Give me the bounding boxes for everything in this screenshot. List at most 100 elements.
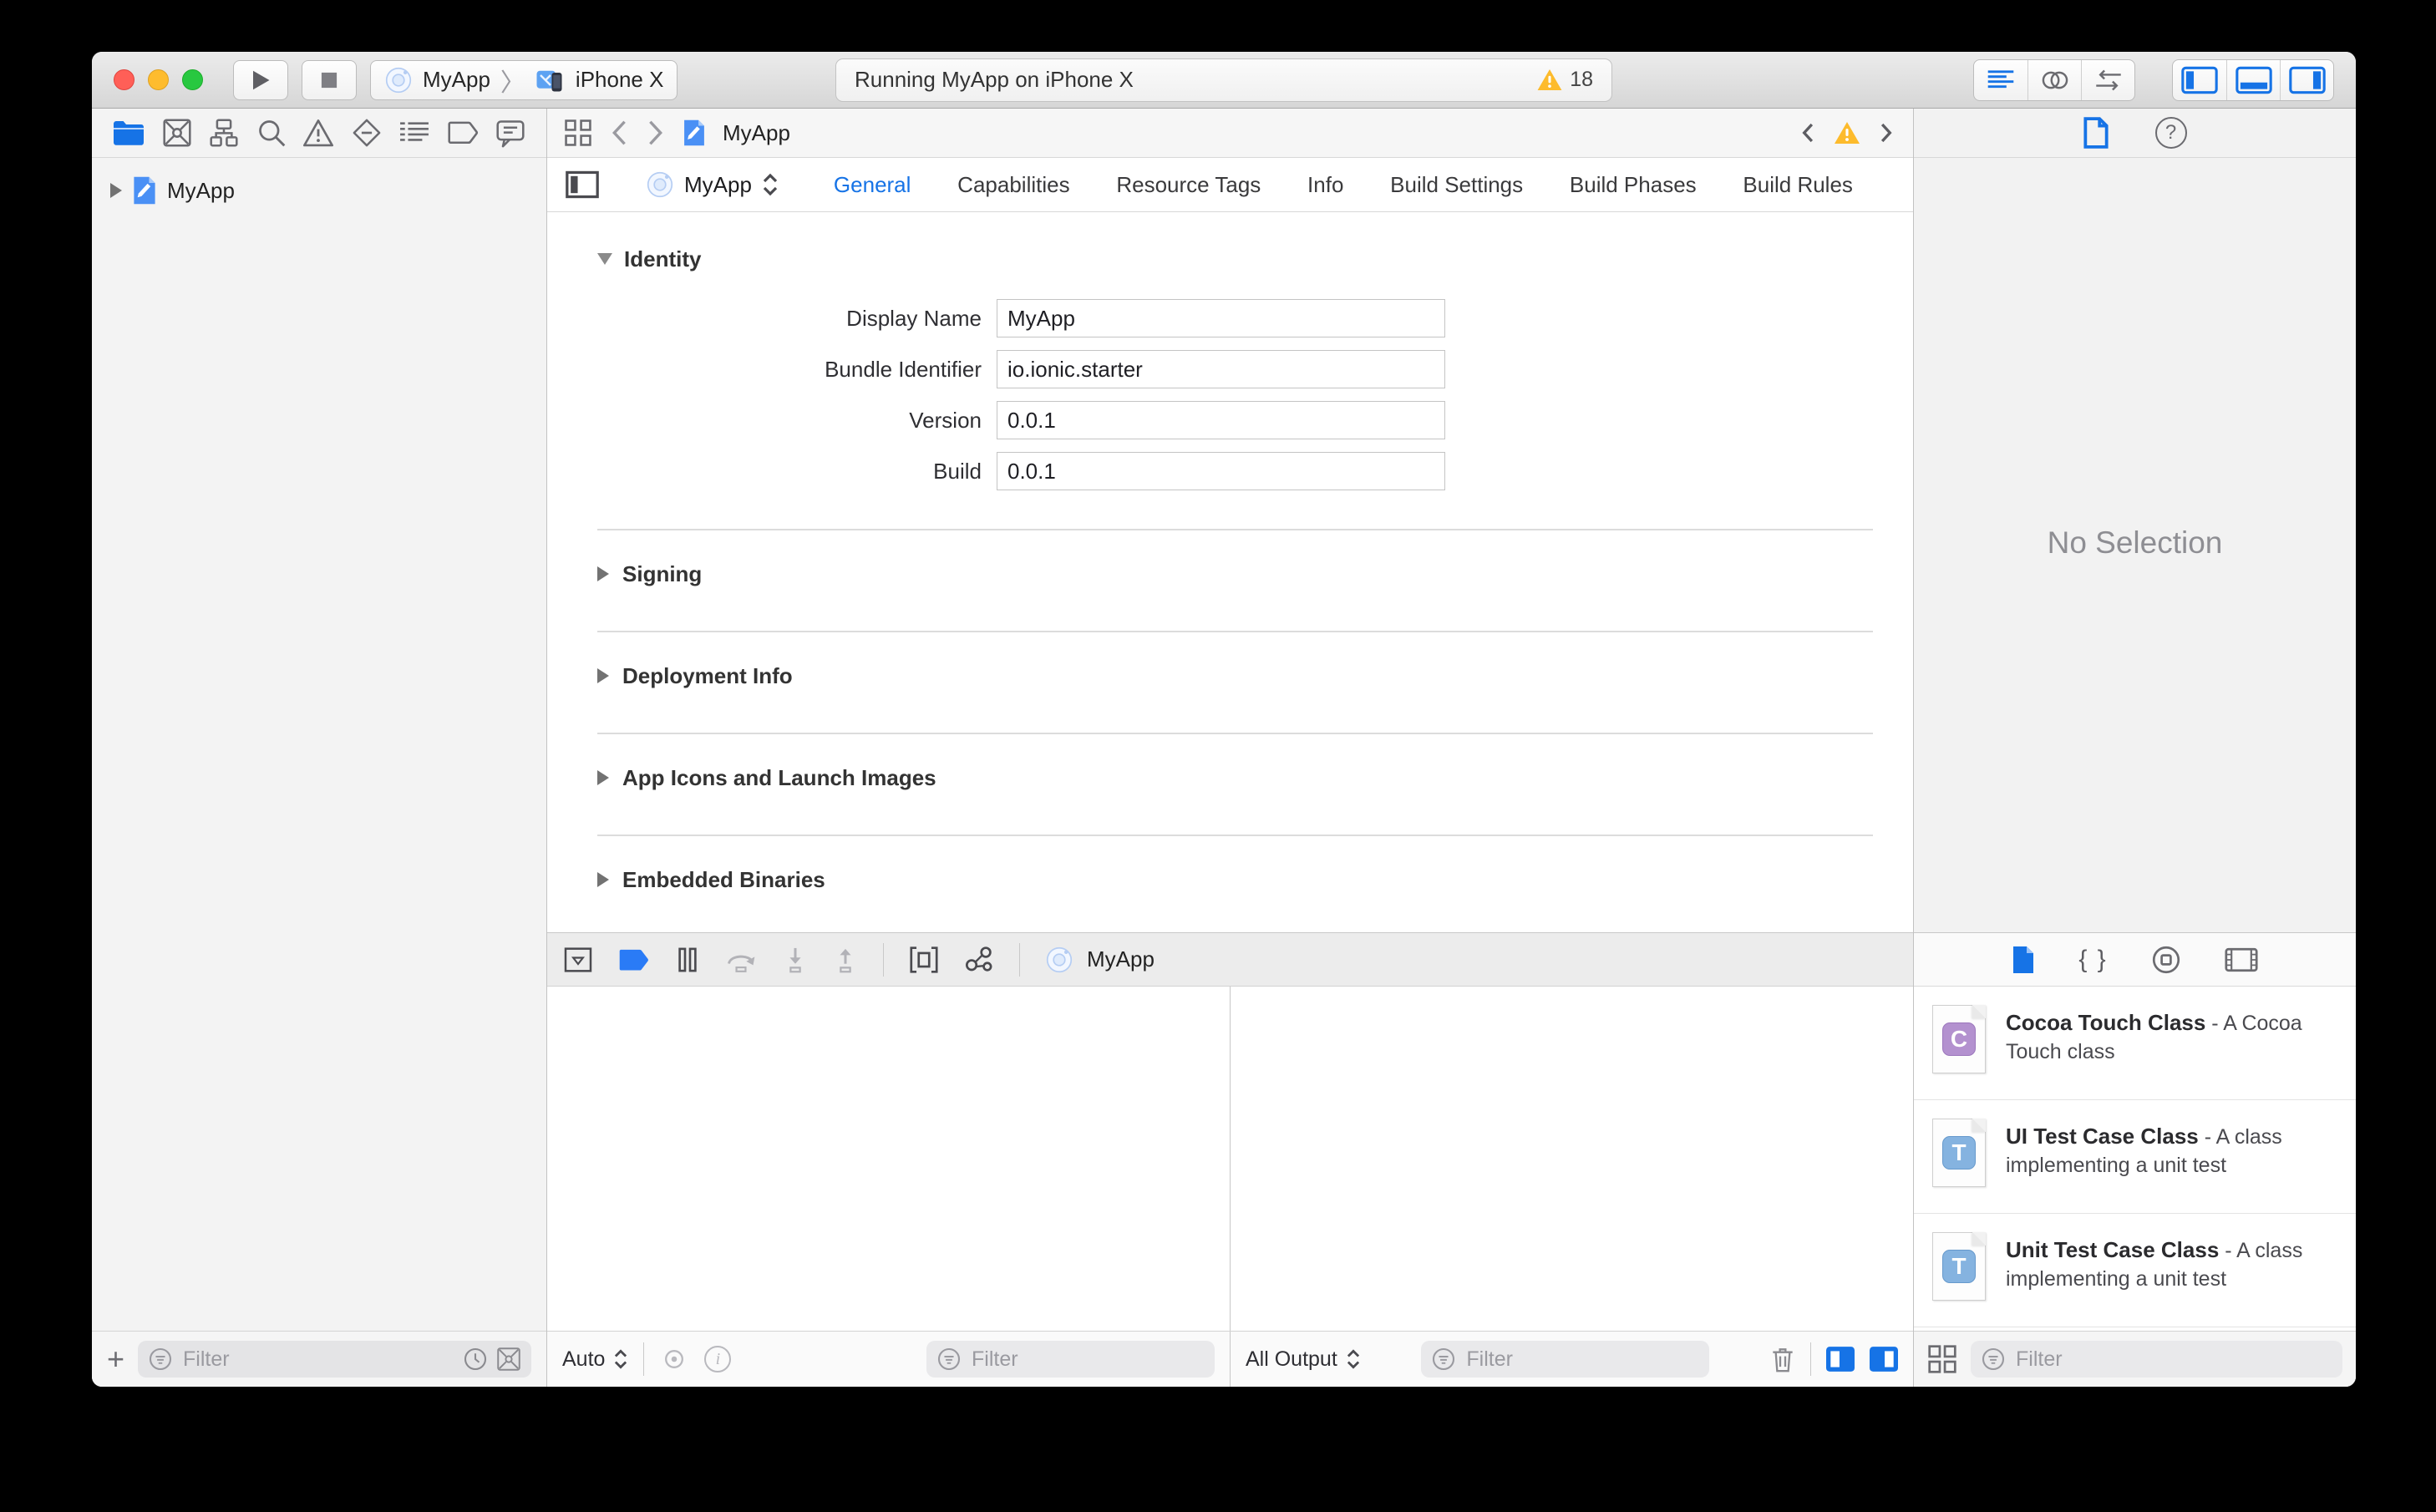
- deployment-info-section-header[interactable]: Deployment Info: [597, 657, 1873, 694]
- close-button[interactable]: [114, 69, 134, 90]
- source-control-navigator-tab[interactable]: [162, 118, 192, 148]
- disclosure-triangle-icon[interactable]: [110, 183, 122, 198]
- clear-console-trash-icon[interactable]: [1770, 1345, 1795, 1373]
- tab-capabilities[interactable]: Capabilities: [949, 165, 1078, 205]
- code-snippet-library-tab[interactable]: { }: [2078, 946, 2107, 974]
- build-field[interactable]: [997, 452, 1445, 490]
- tab-build-settings[interactable]: Build Settings: [1382, 165, 1531, 205]
- zoom-button[interactable]: [182, 69, 203, 90]
- version-editor-button[interactable]: [2081, 59, 2134, 100]
- related-items-icon[interactable]: [564, 119, 592, 147]
- variables-filter-field[interactable]: [926, 1341, 1215, 1378]
- tab-general[interactable]: General: [825, 165, 920, 205]
- editor-column: MyApp MyApp General Capabilities Resourc…: [547, 109, 1913, 1387]
- file-template-library-tab[interactable]: [2012, 945, 2035, 975]
- scheme-target-label: MyApp: [423, 67, 490, 92]
- issue-warning-badge-icon[interactable]: [1833, 120, 1861, 145]
- recent-files-clock-icon[interactable]: [463, 1347, 488, 1372]
- forward-icon[interactable]: [646, 119, 666, 147]
- project-sidebar-toggle-icon[interactable]: [566, 170, 599, 199]
- add-button[interactable]: +: [107, 1344, 124, 1374]
- console-scope-selector[interactable]: All Output: [1246, 1347, 1361, 1372]
- object-library-tab[interactable]: [2151, 945, 2181, 975]
- project-navigator-tab[interactable]: [112, 119, 145, 147]
- tab-build-phases[interactable]: Build Phases: [1561, 165, 1705, 205]
- disclosure-open-icon[interactable]: [597, 253, 612, 265]
- issue-navigator-tab[interactable]: [302, 118, 334, 148]
- activity-status-display[interactable]: Running MyApp on iPhone X 18: [835, 58, 1612, 102]
- library-filter-field[interactable]: [1971, 1341, 2342, 1378]
- scheme-selector[interactable]: MyApp 〉 iPhone X: [370, 59, 678, 100]
- report-navigator-tab[interactable]: [495, 118, 526, 148]
- show-console-view-toggle[interactable]: [1870, 1347, 1898, 1372]
- library-filter-input[interactable]: [2014, 1346, 2332, 1372]
- project-root-item[interactable]: MyApp: [92, 171, 546, 210]
- disclosure-closed-icon[interactable]: [597, 668, 609, 683]
- source-control-status-icon[interactable]: [496, 1347, 521, 1372]
- simulator-device-icon: [536, 70, 562, 91]
- previous-issue-icon[interactable]: [1798, 120, 1816, 145]
- variables-view[interactable]: [547, 987, 1231, 1331]
- debug-area-toggle[interactable]: [2226, 59, 2280, 100]
- test-diamond-icon: [353, 119, 380, 147]
- filter-icon: [1433, 1347, 1455, 1371]
- library-item-unit-test-case-class[interactable]: T Unit Test Case Class - A class impleme…: [1914, 1214, 2356, 1327]
- back-icon[interactable]: [609, 119, 629, 147]
- file-inspector-tab[interactable]: [2083, 117, 2109, 149]
- embedded-binaries-section-header[interactable]: Embedded Binaries: [597, 861, 1873, 898]
- standard-editor-icon: [1987, 69, 2014, 88]
- quick-help-inspector-tab[interactable]: ?: [2154, 117, 2187, 149]
- console-view[interactable]: [1231, 987, 1913, 1331]
- variables-scope-selector[interactable]: Auto: [562, 1347, 628, 1372]
- warning-badge[interactable]: 18: [1536, 68, 1593, 92]
- pause-icon[interactable]: [676, 947, 699, 972]
- console-filter-input[interactable]: [1464, 1346, 1700, 1372]
- media-library-tab[interactable]: [2225, 946, 2258, 973]
- navigator-panel-toggle[interactable]: [2173, 60, 2226, 100]
- stop-icon: [321, 72, 337, 88]
- breakpoint-navigator-tab[interactable]: [447, 120, 479, 145]
- memory-graph-icon[interactable]: [964, 946, 994, 974]
- library-item-text: Unit Test Case Class - A class implement…: [2006, 1232, 2339, 1327]
- symbol-navigator-tab[interactable]: [208, 118, 240, 148]
- debug-navigator-tab[interactable]: [398, 119, 430, 146]
- next-issue-icon[interactable]: [1878, 120, 1896, 145]
- show-variables-view-toggle[interactable]: [1826, 1347, 1855, 1372]
- signing-section-header[interactable]: Signing: [597, 556, 1873, 592]
- library-grid-icon[interactable]: [1927, 1344, 1957, 1374]
- library-item-ui-test-case-class[interactable]: T UI Test Case Class - A class implement…: [1914, 1100, 2356, 1214]
- variables-filter-input[interactable]: [970, 1346, 1205, 1372]
- breakpoints-toggle-icon[interactable]: [617, 947, 651, 972]
- console-filter-field[interactable]: [1421, 1341, 1710, 1378]
- standard-editor-button[interactable]: [1974, 60, 2027, 100]
- run-button[interactable]: [233, 59, 288, 100]
- bundle-identifier-field[interactable]: [997, 350, 1445, 388]
- view-toggle-group: [2172, 58, 2334, 101]
- disclosure-closed-icon[interactable]: [597, 566, 609, 581]
- identity-section-header[interactable]: Identity: [597, 241, 1873, 277]
- embedded-binaries-section-title: Embedded Binaries: [622, 866, 825, 892]
- library-item-cocoa-touch-class[interactable]: C Cocoa Touch Class - A Cocoa Touch clas…: [1914, 987, 2356, 1100]
- assistant-editor-button[interactable]: [2027, 59, 2081, 100]
- report-bubble-icon: [496, 120, 525, 148]
- disclosure-closed-icon[interactable]: [597, 872, 609, 887]
- navigator-filter-field[interactable]: [138, 1341, 531, 1378]
- jumpbar-current-label[interactable]: MyApp: [723, 120, 790, 146]
- hide-debug-area-icon[interactable]: [564, 946, 592, 972]
- debug-area-icon: [2235, 66, 2272, 94]
- disclosure-closed-icon[interactable]: [597, 770, 609, 785]
- tab-resource-tags[interactable]: Resource Tags: [1108, 165, 1269, 205]
- debug-view-hierarchy-icon[interactable]: [909, 946, 939, 974]
- stop-button[interactable]: [302, 59, 357, 100]
- find-navigator-tab[interactable]: [256, 118, 287, 148]
- app-icons-section-header[interactable]: App Icons and Launch Images: [597, 759, 1873, 796]
- inspector-panel-toggle[interactable]: [2280, 59, 2333, 100]
- version-field[interactable]: [997, 401, 1445, 439]
- test-navigator-tab[interactable]: [351, 118, 383, 148]
- target-selector[interactable]: MyApp: [646, 170, 779, 199]
- navigator-filter-input[interactable]: [181, 1346, 454, 1372]
- tab-build-rules[interactable]: Build Rules: [1734, 165, 1861, 205]
- minimize-button[interactable]: [148, 69, 169, 90]
- tab-info[interactable]: Info: [1299, 165, 1352, 205]
- display-name-field[interactable]: [997, 299, 1445, 337]
